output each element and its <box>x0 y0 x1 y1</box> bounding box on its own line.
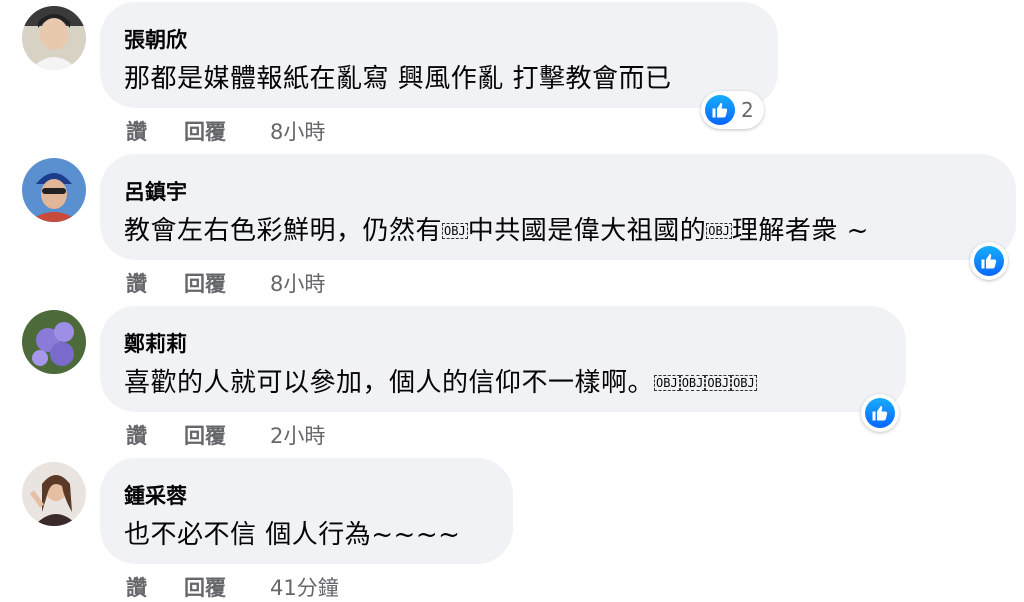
comment-actions: 讚回覆 41分鐘 <box>126 572 339 602</box>
avatar[interactable] <box>22 6 86 70</box>
comment-timestamp[interactable]: 8小時 <box>270 116 325 146</box>
like-link[interactable]: 讚 <box>126 420 184 450</box>
reply-link[interactable]: 回覆 <box>184 268 270 298</box>
comment-text-part: 中共國是偉大祖國的 <box>467 216 707 246</box>
like-link[interactable]: 讚 <box>126 268 184 298</box>
like-reaction-icon <box>865 398 895 428</box>
comment-actions: 讚回覆 8小時 <box>126 268 325 298</box>
comment-text: 喜歡的人就可以參加，個人的信仰不一樣啊。 OBJ OBJ OBJ OBJ <box>124 362 757 399</box>
comment-actions: 讚回覆 8小時 <box>126 116 325 146</box>
reply-link[interactable]: 回覆 <box>184 572 270 602</box>
comment-author[interactable]: 鍾采蓉 <box>124 480 187 510</box>
comment-text: 教會左右色彩鮮明，仍然有 OBJ中共國是偉大祖國的 OBJ理解者衆 ~ <box>124 210 869 247</box>
comment-bubble: 張朝欣 那都是媒體報紙在亂寫 興風作亂 打擊教會而已 <box>100 2 778 108</box>
comment-text: 那都是媒體報紙在亂寫 興風作亂 打擊教會而已 <box>124 64 672 94</box>
like-reaction-icon <box>974 246 1004 276</box>
comment-author[interactable]: 鄭莉莉 <box>124 328 187 358</box>
comment-text-part: 教會左右色彩鮮明，仍然有 <box>124 216 443 246</box>
comment-author[interactable]: 張朝欣 <box>124 24 187 54</box>
comment-text: 也不必不信 個人行為~~~~ <box>124 520 461 550</box>
emoji-placeholder: OBJ <box>679 375 706 391</box>
like-link[interactable]: 讚 <box>126 572 184 602</box>
emoji-placeholder: OBJ <box>654 375 680 391</box>
avatar[interactable] <box>22 158 86 222</box>
reaction-summary[interactable] <box>970 242 1008 280</box>
reaction-summary[interactable]: 2 <box>701 91 764 129</box>
reaction-count: 2 <box>741 98 754 122</box>
comment-author[interactable]: 呂鎮宇 <box>124 176 187 206</box>
comment-timestamp[interactable]: 41分鐘 <box>270 572 339 602</box>
emoji-placeholder: OBJ <box>731 375 757 391</box>
comment-actions: 讚回覆 2小時 <box>126 420 325 450</box>
comment-bubble: 鍾采蓉 也不必不信 個人行為~~~~ <box>100 458 513 564</box>
emoji-placeholder: OBJ <box>706 223 732 239</box>
comment-bubble: 呂鎮宇 教會左右色彩鮮明，仍然有 OBJ中共國是偉大祖國的 OBJ理解者衆 ~ <box>100 154 1016 260</box>
comment-bubble: 鄭莉莉 喜歡的人就可以參加，個人的信仰不一樣啊。 OBJ OBJ OBJ OBJ <box>100 306 906 412</box>
comment-timestamp[interactable]: 8小時 <box>270 268 325 298</box>
avatar[interactable] <box>22 462 86 526</box>
comment-timestamp[interactable]: 2小時 <box>270 420 325 450</box>
like-reaction-icon <box>705 95 735 125</box>
like-link[interactable]: 讚 <box>126 116 184 146</box>
emoji-placeholder: OBJ <box>442 223 468 239</box>
comment-text-part: 理解者衆 ~ <box>731 216 869 246</box>
comment-text-part: 喜歡的人就可以參加，個人的信仰不一樣啊。 <box>124 368 655 398</box>
reply-link[interactable]: 回覆 <box>184 420 270 450</box>
reply-link[interactable]: 回覆 <box>184 116 270 146</box>
avatar[interactable] <box>22 310 86 374</box>
reaction-summary[interactable] <box>861 394 899 432</box>
emoji-placeholder: OBJ <box>705 375 732 391</box>
